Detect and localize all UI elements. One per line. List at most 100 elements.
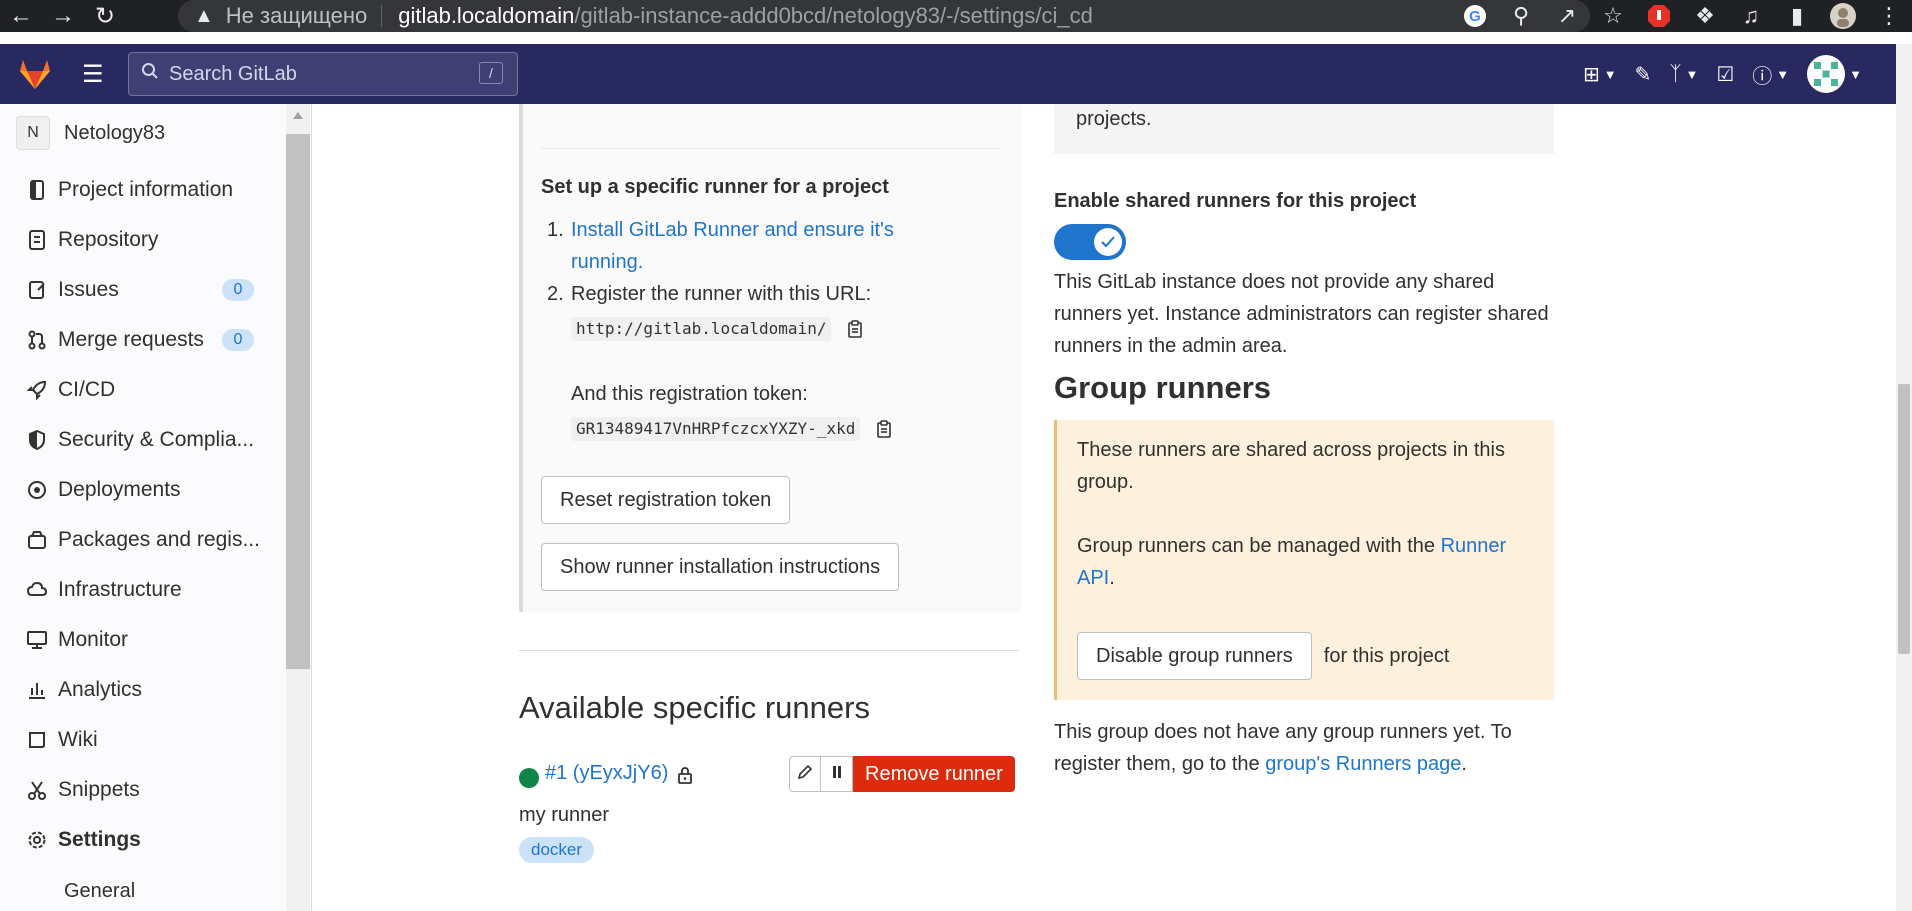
disable-group-runners-row: Disable group runners for this project [1077, 632, 1449, 680]
address-bar[interactable]: ▲ Не защищено gitlab.localdomain/gitlab-… [178, 0, 1590, 32]
install-runner-link[interactable]: Install GitLab Runner and ensure it's ru… [571, 214, 911, 278]
bookmark-star-icon[interactable]: ☆ [1590, 0, 1636, 32]
sidebar-item-monitor[interactable]: Monitor [26, 620, 276, 660]
gitlab-header: ☰ Search GitLab / ⊞ ▼ ✎ ᛉ ▼ ☑ ⓘ ▼ ▼ [0, 44, 1912, 104]
runner-online-status-icon [519, 768, 539, 788]
sidebar-item-settings[interactable]: Settings [26, 820, 276, 860]
copy-token-icon[interactable] [876, 419, 896, 439]
pencil-icon [797, 764, 813, 785]
sidebar-item-infrastructure[interactable]: Infrastructure [26, 570, 276, 610]
group-runners-api-prefix: Group runners can be managed with the [1077, 535, 1441, 557]
sidebar-item-label: Repository [58, 228, 159, 251]
insecure-label: Не защищено [225, 3, 368, 28]
sidebar-project-header[interactable]: N Netology83 [16, 116, 165, 150]
side-panel-icon[interactable]: ▮ [1774, 0, 1820, 32]
sidebar-item-merge-requests[interactable]: Merge requests 0 [26, 320, 276, 360]
project-sidebar: N Netology83 Project information Reposit… [0, 104, 312, 911]
sidebar-scrollbar-thumb[interactable] [286, 134, 310, 669]
group-runners-api-suffix: . [1109, 567, 1115, 589]
zoom-icon[interactable]: ⚲ [1498, 0, 1544, 32]
share-icon[interactable]: ↗ [1544, 0, 1590, 32]
sidebar-item-snippets[interactable]: Snippets [26, 770, 276, 810]
remove-runner-button[interactable]: Remove runner [853, 756, 1015, 792]
reset-registration-token-button[interactable]: Reset registration token [541, 476, 791, 524]
extensions-puzzle-icon[interactable]: ❖ [1682, 0, 1728, 32]
back-arrow-icon[interactable]: ← [0, 0, 42, 32]
group-runners-heading: Group runners [1054, 370, 1272, 405]
sidebar-item-label: Project information [58, 178, 234, 201]
search-input[interactable]: Search GitLab / [128, 52, 518, 96]
disable-group-runners-button[interactable]: Disable group runners [1077, 632, 1312, 680]
browser-menu-icon[interactable]: ⋮ [1866, 0, 1912, 32]
lock-icon [677, 766, 693, 789]
adblock-icon[interactable] [1636, 0, 1682, 32]
sidebar-item-label: Security & Complia... [58, 428, 255, 451]
sidebar-item-wiki[interactable]: Wiki [26, 720, 276, 760]
sidebar-scrollbar[interactable] [286, 104, 310, 911]
sidebar-item-project-information[interactable]: Project information [26, 170, 276, 210]
analytics-icon [26, 679, 48, 701]
sidebar-item-label: Infrastructure [58, 578, 182, 601]
header-actions: ⊞ ▼ ✎ ᛉ ▼ ☑ ⓘ ▼ ▼ [1583, 44, 1862, 104]
snippets-icon [26, 779, 48, 801]
help-icon: ⓘ [1752, 65, 1773, 88]
group-runners-footer-text: This group does not have any group runne… [1054, 716, 1554, 780]
deployments-icon [26, 479, 48, 501]
new-dropdown-button[interactable]: ⊞ ▼ [1583, 56, 1617, 92]
todos-header-button[interactable]: ☑ [1716, 56, 1734, 92]
scroll-up-arrow-icon[interactable] [293, 112, 303, 119]
group-runners-page-link[interactable]: group's Runners page [1265, 753, 1461, 775]
sidebar-subitem-general[interactable]: General [64, 880, 135, 903]
check-icon [1094, 228, 1122, 256]
media-control-icon[interactable]: ♫ [1728, 0, 1774, 32]
runner-link[interactable]: #1 (yEyxJjY6) [545, 762, 668, 785]
chevron-down-icon: ▼ [1603, 66, 1617, 82]
sidebar-item-label: Deployments [58, 478, 181, 501]
edit-runner-button[interactable] [789, 756, 821, 792]
chevron-down-icon: ▼ [1685, 66, 1699, 82]
group-runners-info-box: These runners are shared across projects… [1054, 420, 1554, 700]
copy-url-icon[interactable] [847, 319, 867, 339]
merge-requests-header-button[interactable]: ᛉ ▼ [1669, 56, 1698, 92]
registration-url-code: http://gitlab.localdomain/ [571, 317, 832, 341]
runner-tag: docker [519, 837, 595, 863]
url-separator [381, 5, 383, 27]
profile-avatar-icon[interactable] [1820, 0, 1866, 32]
shared-runners-toggle[interactable] [1054, 224, 1126, 260]
reload-icon[interactable]: ↻ [84, 0, 126, 32]
chevron-down-icon: ▼ [1776, 66, 1790, 82]
monitor-icon [26, 629, 48, 651]
group-footer-suffix: . [1461, 753, 1467, 775]
rocket-icon [26, 379, 48, 401]
token-label: And this registration token: [571, 383, 808, 405]
menu-hamburger-icon[interactable]: ☰ [82, 60, 112, 89]
google-icon[interactable]: G [1452, 0, 1498, 32]
sidebar-item-repository[interactable]: Repository [26, 220, 276, 260]
todo-check-icon: ☑ [1716, 63, 1735, 86]
package-icon [26, 529, 48, 551]
show-runner-instructions-button[interactable]: Show runner installation instructions [541, 543, 900, 591]
user-menu-button[interactable]: ▼ [1807, 55, 1862, 93]
sidebar-item-label: Analytics [58, 678, 143, 701]
sidebar-item-packages-registries[interactable]: Packages and regis... [26, 520, 276, 560]
sidebar-item-ci-cd[interactable]: CI/CD [26, 370, 276, 410]
registration-token-code: GR13489417VnHRPfczcxYXZY-_xkd [571, 417, 861, 441]
sidebar-item-deployments[interactable]: Deployments [26, 470, 276, 510]
pause-runner-button[interactable] [821, 756, 853, 792]
search-placeholder: Search GitLab [169, 62, 297, 85]
help-header-button[interactable]: ⓘ ▼ [1752, 56, 1789, 92]
sidebar-item-analytics[interactable]: Analytics [26, 670, 276, 710]
search-icon [141, 62, 159, 86]
forward-arrow-icon[interactable]: → [42, 0, 84, 32]
sidebar-item-security-compliance[interactable]: Security & Complia... [26, 420, 276, 460]
issues-icon [26, 279, 48, 301]
chevron-down-icon: ▼ [1849, 66, 1862, 82]
page-scrollbar[interactable] [1896, 44, 1912, 911]
shield-icon [26, 429, 48, 451]
pause-icon [831, 765, 843, 784]
for-this-project-text: for this project [1323, 644, 1450, 667]
page-scrollbar-thumb[interactable] [1898, 384, 1910, 654]
issues-header-button[interactable]: ✎ [1635, 56, 1652, 92]
gitlab-logo-icon[interactable] [14, 53, 56, 95]
sidebar-item-issues[interactable]: Issues 0 [26, 270, 276, 310]
